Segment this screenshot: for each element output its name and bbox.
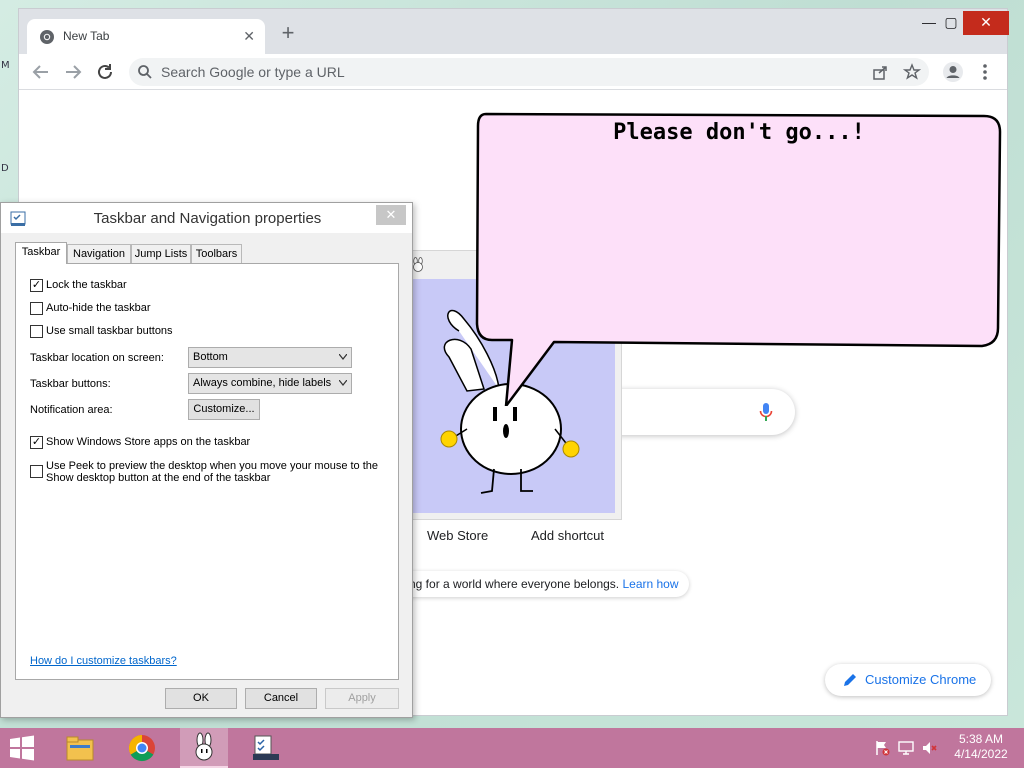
speech-bubble [475, 112, 1002, 406]
peek-label-line1: Use Peek to preview the desktop when you… [46, 460, 379, 472]
taskbar: 5:38 AM 4/14/2022 [0, 728, 1024, 768]
location-value: Bottom [193, 351, 228, 363]
arrow-left-icon [32, 65, 48, 79]
taskbar-buttons-value: Always combine, hide labels [193, 377, 332, 389]
clock-time: 5:38 AM [958, 732, 1004, 746]
buttons-label: Taskbar buttons: [30, 378, 111, 390]
help-link[interactable]: How do I customize taskbars? [30, 655, 177, 667]
customize-notification-button[interactable]: Customize... [188, 399, 260, 420]
notification-area-label: Notification area: [30, 404, 113, 416]
dialog-title: Taskbar and Navigation properties [93, 210, 322, 227]
customize-chrome-button[interactable]: Customize Chrome [825, 664, 991, 696]
taskbar-properties-dialog: Taskbar and Navigation properties ✕ Task… [0, 202, 413, 718]
location-label: Taskbar location on screen: [30, 352, 164, 364]
tab-title: New Tab [63, 29, 110, 43]
customize-chrome-label: Customize Chrome [865, 672, 977, 687]
chevron-down-icon [339, 380, 347, 386]
peek-checkbox[interactable] [30, 465, 43, 478]
arrow-right-icon [66, 65, 82, 79]
bunny-buddy-taskbar-button[interactable] [180, 728, 228, 768]
small-buttons-checkbox[interactable] [30, 325, 43, 338]
desktop-icon-fragment[interactable]: D [1, 163, 9, 174]
location-select[interactable]: Bottom [188, 347, 352, 368]
reload-button[interactable] [93, 60, 117, 84]
promo-text: ng for a world where everyone belongs. [409, 577, 620, 591]
lock-taskbar-checkbox[interactable]: ✓ [30, 279, 43, 292]
shortcut-web-store[interactable]: Web Store [427, 528, 488, 543]
peek-label-line2: Show desktop button at the end of the ta… [46, 472, 271, 484]
ok-button[interactable]: OK [165, 688, 237, 709]
dialog-titlebar[interactable]: Taskbar and Navigation properties ✕ [1, 203, 412, 233]
chrome-favicon-icon [40, 30, 54, 44]
shortcut-add[interactable]: Add shortcut [531, 528, 604, 543]
chrome-menu-button[interactable] [973, 60, 997, 84]
auto-hide-label: Auto-hide the taskbar [46, 302, 151, 314]
clock-date: 4/14/2022 [954, 747, 1008, 761]
tab-navigation[interactable]: Navigation [67, 244, 131, 263]
omnibox[interactable] [129, 58, 929, 86]
close-tab-icon[interactable]: ✕ [243, 27, 255, 45]
small-buttons-label: Use small taskbar buttons [46, 325, 173, 337]
new-tab-button[interactable]: + [277, 22, 299, 45]
bunny-buddy-icon [195, 732, 213, 761]
taskbar-tab-panel: ✓ Lock the taskbar Auto-hide the taskbar… [15, 263, 399, 680]
system-clock[interactable]: 5:38 AM 4/14/2022 [946, 732, 1016, 762]
apply-button[interactable]: Apply [325, 688, 399, 709]
file-explorer-button[interactable] [56, 728, 104, 768]
start-button[interactable] [6, 734, 38, 762]
windows-logo-icon [10, 735, 34, 761]
tab-taskbar[interactable]: Taskbar [15, 242, 67, 264]
reload-icon [98, 64, 112, 79]
cancel-button[interactable]: Cancel [245, 688, 317, 709]
browser-toolbar [19, 54, 1007, 90]
tab-toolbars[interactable]: Toolbars [191, 244, 242, 263]
network-icon[interactable] [898, 740, 914, 756]
desktop-icon-fragment[interactable]: M [1, 60, 10, 71]
profile-button[interactable] [941, 60, 965, 84]
tab-strip: New Tab ✕ + — ▢ ✕ [19, 9, 1009, 54]
store-apps-label: Show Windows Store apps on the taskbar [46, 436, 251, 448]
address-input[interactable] [161, 62, 861, 82]
forward-button[interactable] [61, 60, 85, 84]
lock-taskbar-label: Lock the taskbar [46, 279, 127, 291]
taskbar-buttons-select[interactable]: Always combine, hide labels [188, 373, 352, 394]
dialog-close-button[interactable]: ✕ [376, 205, 406, 225]
tab-jump-lists[interactable]: Jump Lists [131, 244, 191, 263]
chrome-icon [128, 734, 155, 762]
tab-new-tab[interactable]: New Tab ✕ [27, 19, 265, 54]
search-icon [138, 65, 152, 79]
kebab-menu-icon [983, 64, 987, 80]
bunny-small-icon [413, 257, 423, 272]
speech-bubble-text: Please don't go...! [613, 120, 865, 145]
taskbar-properties-taskbar-button[interactable] [242, 728, 290, 768]
close-window-button[interactable]: ✕ [963, 11, 1009, 35]
chrome-taskbar-button[interactable] [118, 728, 166, 768]
bookmark-star-icon[interactable] [903, 63, 921, 81]
auto-hide-checkbox[interactable] [30, 302, 43, 315]
share-icon[interactable] [871, 63, 889, 81]
volume-muted-icon[interactable] [922, 740, 938, 756]
store-apps-checkbox[interactable]: ✓ [30, 436, 43, 449]
taskbar-properties-icon [253, 735, 279, 760]
promo-learn-how-link[interactable]: Learn how [622, 577, 678, 591]
profile-avatar-icon [943, 62, 963, 82]
action-center-flag-icon[interactable] [874, 740, 890, 756]
ntp-promo: ng for a world where everyone belongs. L… [399, 571, 689, 597]
pencil-icon [844, 674, 856, 686]
chevron-down-icon [339, 354, 347, 360]
back-button[interactable] [29, 60, 53, 84]
file-explorer-icon [66, 736, 94, 761]
